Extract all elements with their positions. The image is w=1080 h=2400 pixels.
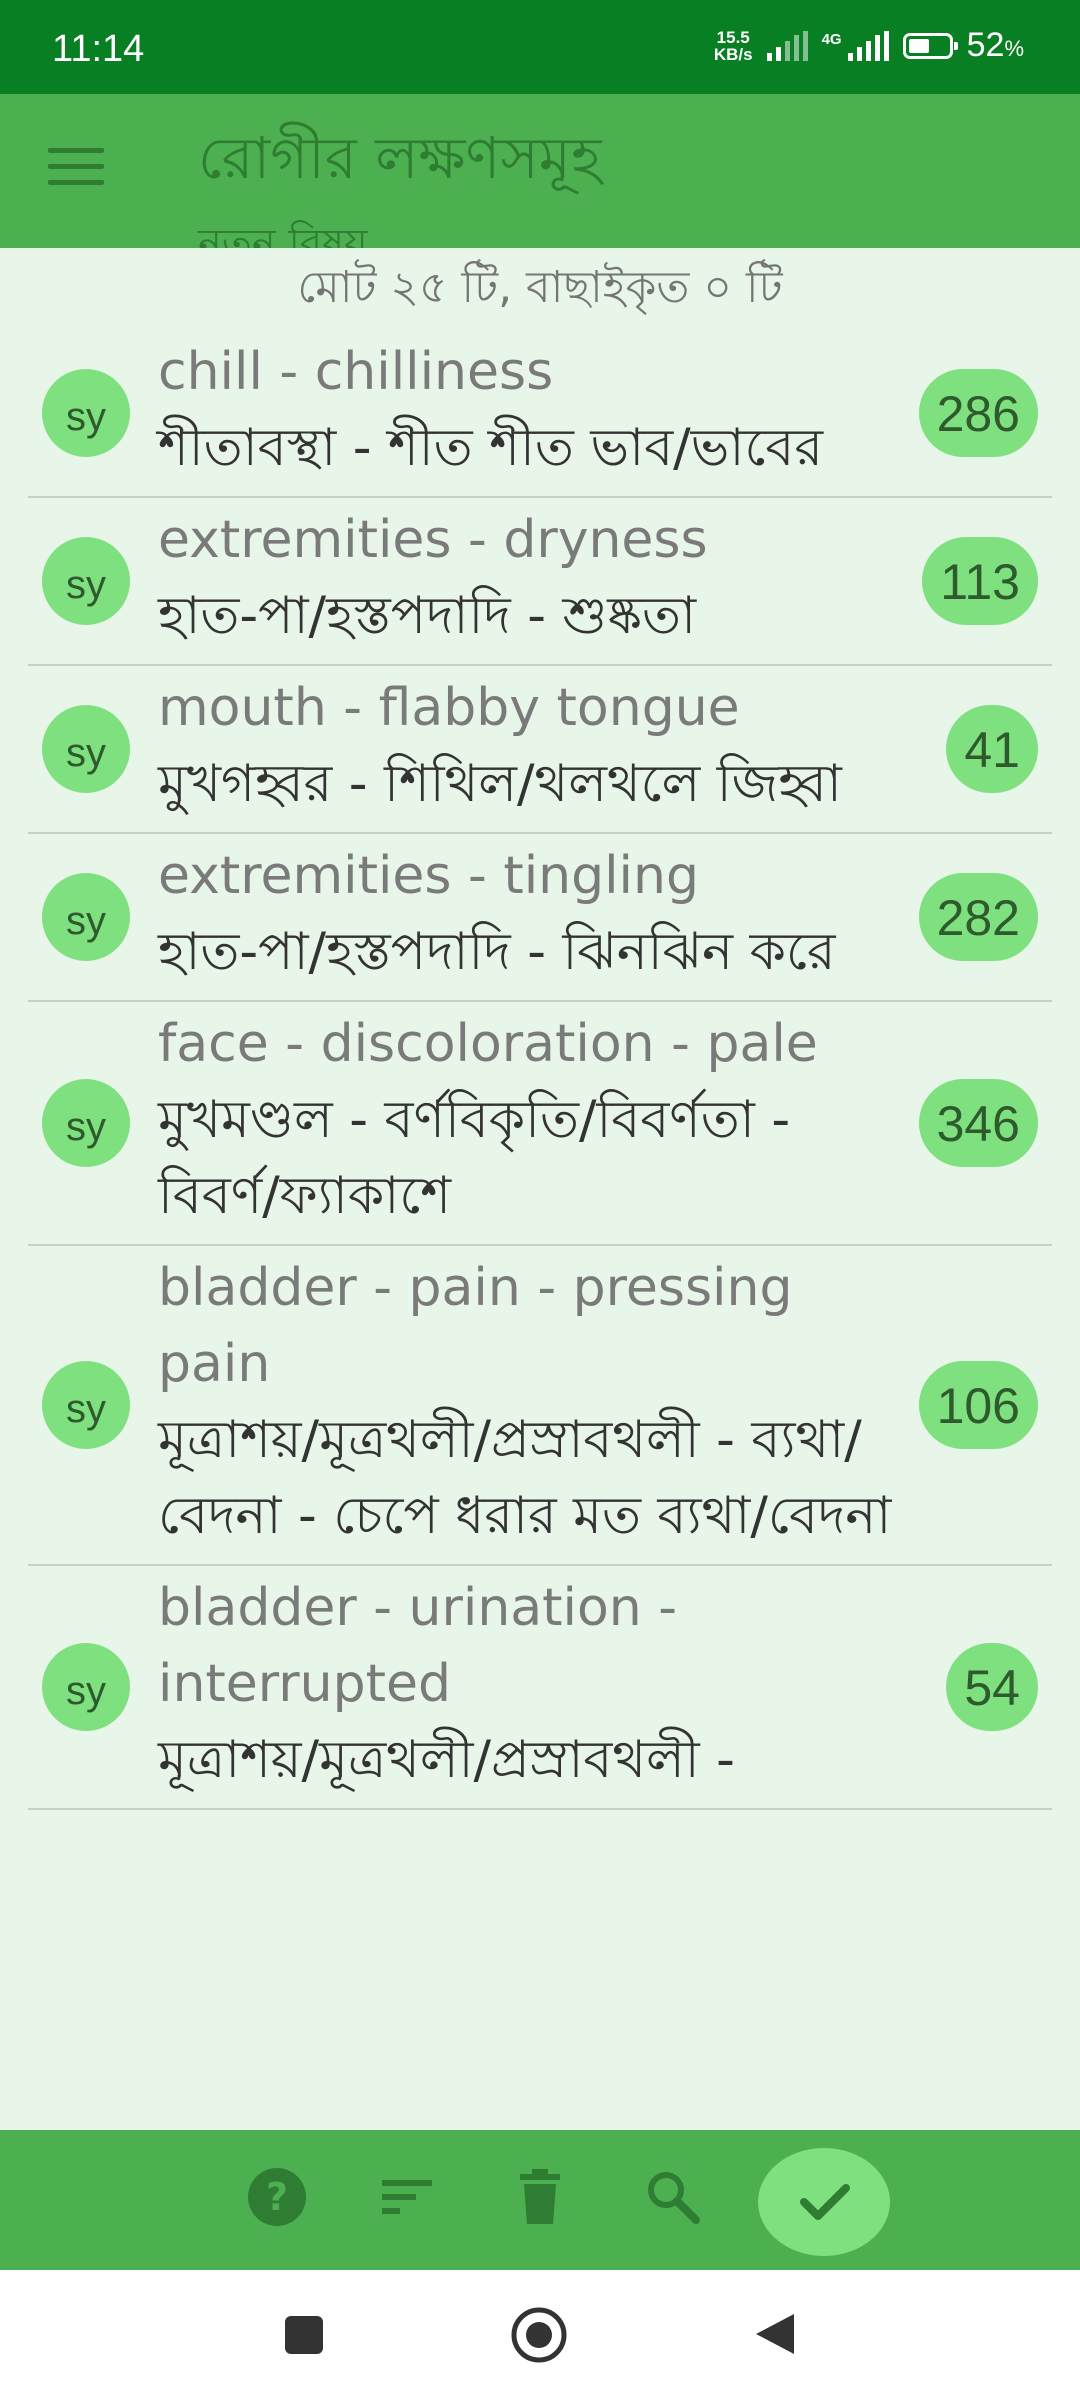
- remedy-count-badge: 286: [918, 369, 1038, 457]
- back-triangle-icon[interactable]: [752, 2310, 798, 2362]
- symptom-type-badge: sy: [42, 1643, 130, 1731]
- symptom-row[interactable]: sy face - discoloration - pale মুখমণ্ডল - …: [28, 1002, 1052, 1246]
- remedy-count-badge: 41: [946, 705, 1038, 793]
- page-title: রোগীর লক্ষণসমূহ: [198, 124, 602, 192]
- remedy-count-badge: 346: [918, 1079, 1038, 1167]
- network-type-label: 4G: [821, 30, 842, 48]
- symptom-english: face - discoloration - pale: [158, 1014, 818, 1074]
- symptom-row[interactable]: sy mouth - flabby tongue মুখগহ্বর - শিথিল/…: [28, 666, 1052, 834]
- sort-icon[interactable]: [378, 2166, 448, 2236]
- network-speed-unit: KB/s: [713, 44, 753, 64]
- symptom-type-badge: sy: [42, 705, 130, 793]
- symptom-bengali: মুখগহ্বর - শিথিল/থলথলে জিহ্বা: [158, 754, 842, 814]
- symptom-row[interactable]: sy extremities - dryness হাত-পা/হস্তপদাদি …: [28, 498, 1052, 666]
- symptom-list[interactable]: sy chill - chilliness শীতাবস্থা - শীত শীত …: [0, 330, 1080, 2130]
- remedy-count-badge: 282: [918, 873, 1038, 961]
- confirm-button[interactable]: [758, 2148, 890, 2256]
- check-icon: [800, 2184, 850, 2220]
- symptom-english: mouth - flabby tongue: [158, 678, 740, 738]
- symptom-row[interactable]: sy chill - chilliness শীতাবস্থা - শীত শীত …: [28, 330, 1052, 498]
- symptom-english: extremities - dryness: [158, 510, 708, 570]
- symptom-english: extremities - tingling: [158, 846, 699, 906]
- signal-1-icon: [766, 30, 808, 61]
- home-circle-icon[interactable]: [510, 2306, 568, 2368]
- recents-square-icon[interactable]: [283, 2314, 325, 2360]
- bottom-action-bar: ?: [0, 2130, 1080, 2270]
- app-bar: রোগীর লক্ষণসমূহ নতুন বিষয়: [0, 94, 1080, 248]
- symptom-bengali: মূত্রাশয়/মূত্রথলী/প্রস্রাবথলী -: [158, 1730, 735, 1790]
- symptom-type-badge: sy: [42, 1079, 130, 1167]
- network-speed: 15.5 KB/s: [714, 29, 753, 63]
- remedy-count-badge: 113: [922, 537, 1038, 625]
- symptom-bengali: হাত-পা/হস্তপদাদি - ঝিনঝিন করে: [158, 922, 836, 982]
- system-navigation-bar: [0, 2270, 1080, 2400]
- battery-level-fill: [908, 38, 929, 53]
- status-time: 11:14: [52, 28, 145, 70]
- help-icon[interactable]: ?: [246, 2166, 316, 2236]
- hamburger-menu-icon[interactable]: [48, 148, 104, 188]
- status-bar: 11:14 15.5 KB/s 4G 52%: [0, 0, 1080, 94]
- symptom-bengali: মুখমণ্ডল - বর্ণবিকৃতি/বিবর্ণতা - বিবর্ণ/…: [158, 1090, 791, 1226]
- symptom-row[interactable]: sy bladder - pain - pressing pain মূত্রাশয…: [28, 1246, 1052, 1566]
- battery-icon: [902, 32, 958, 59]
- symptom-bengali: হাত-পা/হস্তপদাদি - শুষ্কতা: [158, 586, 697, 646]
- search-icon[interactable]: [642, 2166, 712, 2236]
- battery-percent: 52%: [966, 26, 1024, 64]
- network-speed-value: 15.5: [716, 27, 750, 47]
- symptom-type-badge: sy: [42, 369, 130, 457]
- remedy-count-badge: 54: [946, 1643, 1038, 1731]
- status-icons: 15.5 KB/s 4G 52%: [714, 26, 1024, 65]
- remedy-count-badge: 106: [918, 1361, 1038, 1449]
- svg-text:?: ?: [266, 2175, 288, 2219]
- selection-summary: মোট ২৫ টি, বাছাইকৃত ০ টি: [297, 262, 783, 313]
- symptom-english: chill - chilliness: [158, 342, 554, 402]
- symptom-bengali: মূত্রাশয়/মূত্রথলী/প্রস্রাবথলী - ব্যথা/ব…: [158, 1410, 892, 1546]
- symptom-english: bladder - pain - pressing pain: [158, 1258, 793, 1394]
- symptom-english: bladder - urination - interrupted: [158, 1578, 678, 1714]
- delete-icon[interactable]: [512, 2166, 582, 2236]
- symptom-row[interactable]: sy bladder - urination - interrupted মূত্র…: [28, 1566, 1052, 1810]
- signal-2-icon: 4G: [821, 30, 889, 61]
- symptom-bengali: শীতাবস্থা - শীত শীত ভাব/ভাবের: [158, 418, 823, 478]
- page-subtitle: নতুন বিষয়: [198, 221, 368, 248]
- symptom-type-badge: sy: [42, 537, 130, 625]
- symptom-row[interactable]: sy extremities - tingling হাত-পা/হস্তপদাদি…: [28, 834, 1052, 1002]
- symptom-type-badge: sy: [42, 873, 130, 961]
- symptom-type-badge: sy: [42, 1361, 130, 1449]
